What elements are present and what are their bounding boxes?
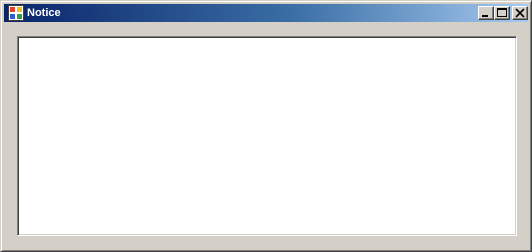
close-button[interactable] — [512, 6, 528, 20]
application-icon[interactable] — [8, 5, 24, 21]
maximize-icon — [497, 8, 507, 17]
notice-content-area[interactable] — [17, 36, 517, 236]
minimize-icon — [482, 15, 488, 17]
minimize-button[interactable] — [478, 6, 494, 20]
window-title: Notice — [27, 7, 61, 19]
title-bar[interactable]: Notice — [4, 4, 528, 22]
close-icon — [515, 8, 525, 18]
maximize-button[interactable] — [494, 6, 510, 20]
notice-window: Notice — [0, 0, 532, 252]
